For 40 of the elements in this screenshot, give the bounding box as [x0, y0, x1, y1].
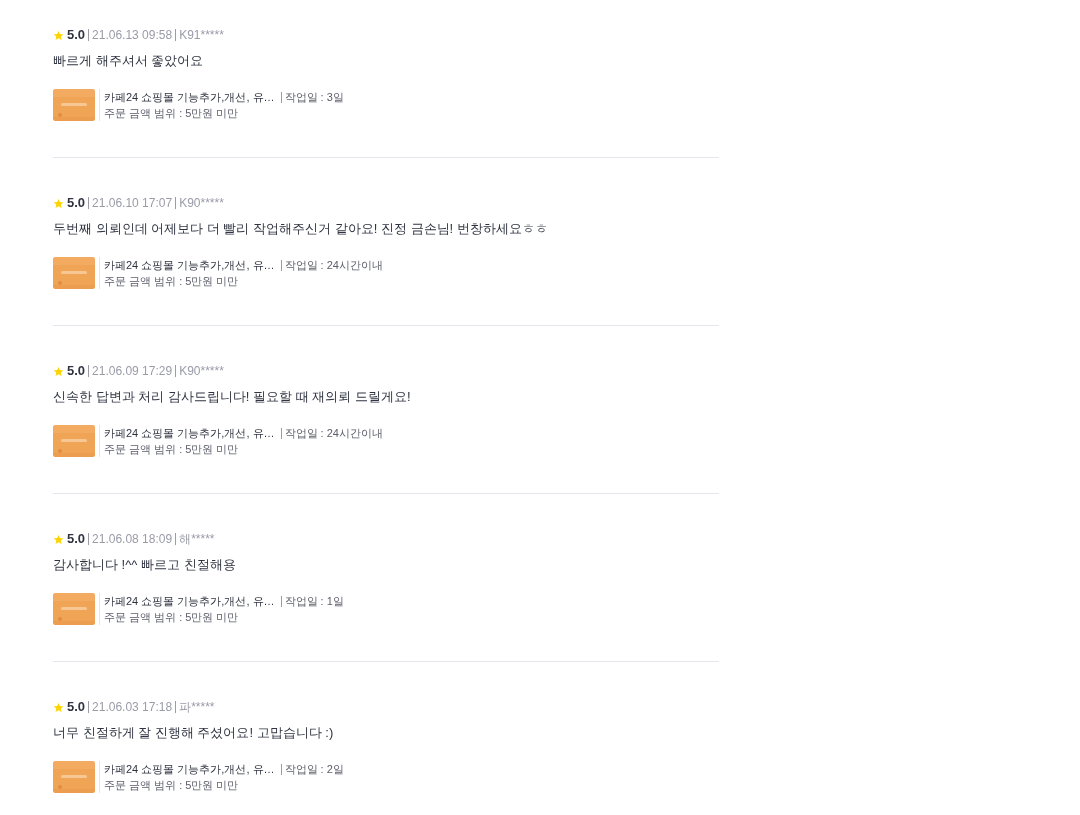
price-range: 주문 금액 범위 : 5만원 미만 [104, 274, 239, 289]
star-icon [53, 533, 64, 545]
star-icon [53, 701, 64, 713]
review-date: 21.06.08 18:09 [88, 533, 173, 545]
product-title: 카페24 쇼핑몰 기능추가,개선, 유… [104, 762, 275, 777]
review-date: 21.06.13 09:58 [88, 29, 173, 41]
rating-score: 5.0 [67, 26, 86, 45]
product-title: 카페24 쇼핑몰 기능추가,개선, 유… [104, 258, 275, 273]
price-range: 주문 금액 범위 : 5만원 미만 [104, 778, 239, 793]
work-period: 작업일 : 1일 [280, 595, 344, 607]
review-text: 두번째 의뢰인데 어제보다 더 빨리 작업해주신거 같아요! 진정 금손님! 번창하세요ㅎㅎ [53, 220, 549, 238]
work-period: 작업일 : 2일 [280, 763, 344, 775]
price-range: 주문 금액 범위 : 5만원 미만 [104, 442, 239, 457]
product-title: 카페24 쇼핑몰 기능추가,개선, 유… [104, 426, 275, 441]
review-text: 감사합니다 !^^ 빠르고 친절해용 [53, 556, 237, 574]
reviewer-name: K91***** [175, 29, 224, 41]
rating-score: 5.0 [67, 698, 86, 717]
rating-score: 5.0 [67, 362, 86, 381]
work-period: 작업일 : 24시간이내 [280, 427, 383, 439]
work-period: 작업일 : 24시간이내 [280, 259, 383, 271]
rating-score: 5.0 [67, 530, 86, 549]
star-icon [53, 29, 64, 41]
work-period: 작업일 : 3일 [280, 91, 344, 103]
review-date: 21.06.09 17:29 [88, 365, 173, 377]
star-icon [53, 197, 64, 209]
product-title: 카페24 쇼핑몰 기능추가,개선, 유… [104, 594, 275, 609]
review-date: 21.06.03 17:18 [88, 701, 173, 713]
price-range: 주문 금액 범위 : 5만원 미만 [104, 106, 239, 121]
review-text: 빠르게 해주셔서 좋았어요 [53, 52, 205, 70]
review-date: 21.06.10 17:07 [88, 197, 173, 209]
product-title: 카페24 쇼핑몰 기능추가,개선, 유… [104, 90, 275, 105]
price-range: 주문 금액 범위 : 5만원 미만 [104, 610, 239, 625]
reviewer-name: K90***** [175, 365, 224, 377]
review-text: 너무 친절하게 잘 진행해 주셨어요! 고맙습니다 :) [53, 724, 335, 742]
reviewer-name: K90***** [175, 197, 224, 209]
review-text: 신속한 답변과 처리 감사드립니다! 필요할 때 재의뢰 드릴게요! [53, 388, 412, 406]
rating-score: 5.0 [67, 194, 86, 213]
reviewer-name: 해***** [175, 533, 215, 545]
reviewer-name: 파***** [175, 701, 215, 713]
star-icon [53, 365, 64, 377]
